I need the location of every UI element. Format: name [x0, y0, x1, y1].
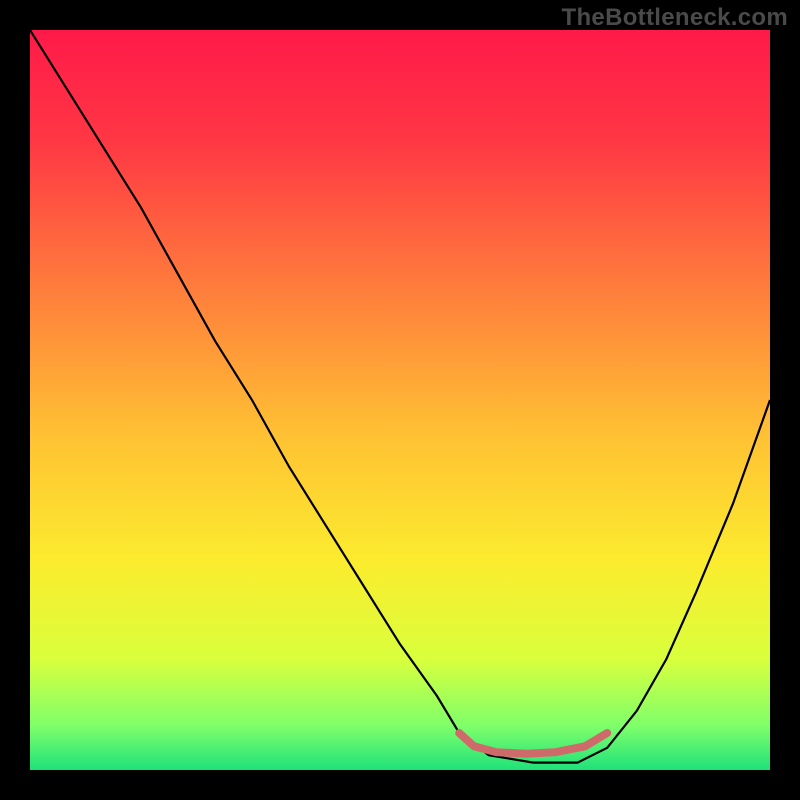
plot-svg [30, 30, 770, 770]
chart-frame: TheBottleneck.com [0, 0, 800, 800]
gradient-rect [30, 30, 770, 770]
plot-area [30, 30, 770, 770]
watermark-text: TheBottleneck.com [562, 4, 788, 32]
